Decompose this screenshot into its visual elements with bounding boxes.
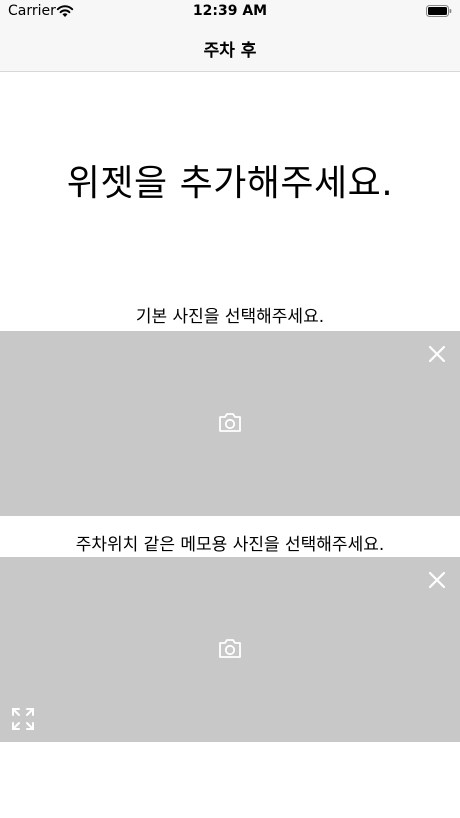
default-photo-panel[interactable] (0, 331, 460, 516)
camera-icon[interactable] (218, 411, 242, 433)
memo-photo-panel[interactable] (0, 557, 460, 742)
status-bar: Carrier 12:39 AM (0, 0, 460, 24)
add-widget-prompt: 위젯을 추가해주세요. (66, 163, 394, 204)
default-photo-label: 기본 사진을 선택해주세요. (135, 307, 325, 327)
camera-icon[interactable] (218, 637, 242, 659)
page-title: 주차 후 (203, 41, 257, 61)
expand-icon[interactable] (12, 708, 34, 730)
close-icon[interactable] (428, 345, 446, 363)
close-icon[interactable] (428, 571, 446, 589)
navigation-bar: 주차 후 (0, 24, 460, 72)
memo-photo-label: 주차위치 같은 메모용 사진을 선택해주세요. (75, 535, 385, 555)
battery-icon (426, 5, 452, 17)
status-time: 12:39 AM (192, 3, 268, 19)
